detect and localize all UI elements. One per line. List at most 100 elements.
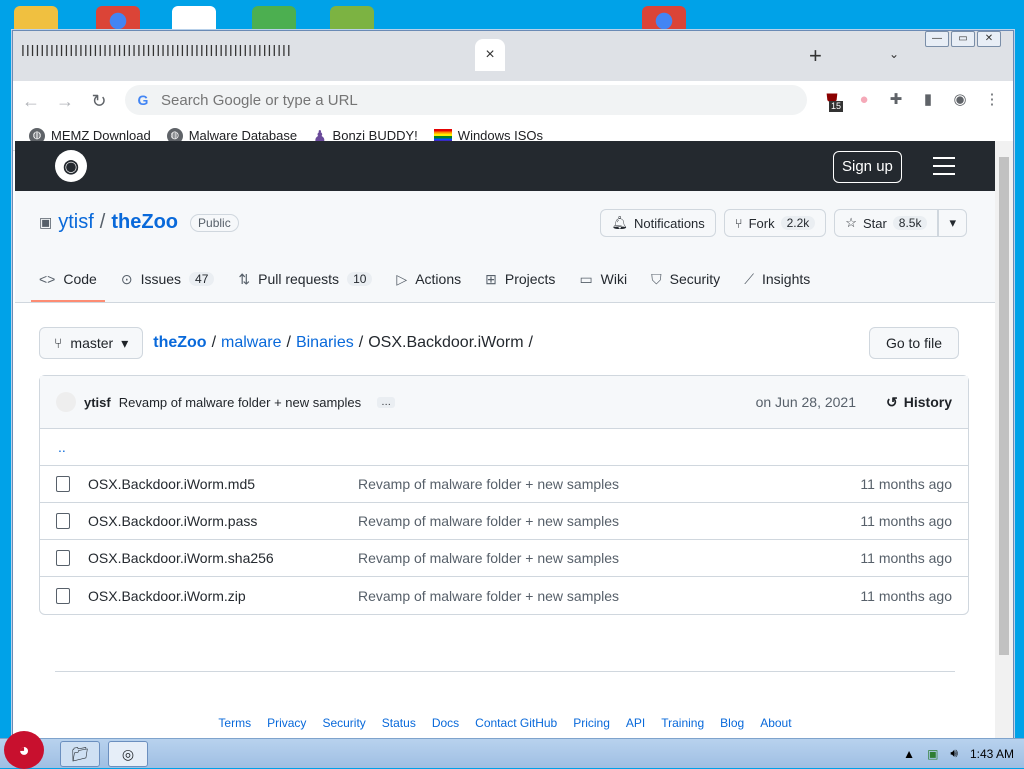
- file-commit-message[interactable]: Revamp of malware folder + new samples: [358, 550, 619, 566]
- visibility-badge: Public: [190, 213, 239, 232]
- footer-link-docs[interactable]: Docs: [432, 716, 459, 730]
- tab-projects[interactable]: ⊞ Projects: [485, 256, 555, 302]
- table-icon: ⊞: [485, 270, 497, 287]
- parent-directory-link[interactable]: ..: [40, 429, 968, 466]
- bell-icon: 🔔︎: [611, 215, 628, 230]
- file-name[interactable]: OSX.Backdoor.iWorm.zip: [88, 588, 358, 604]
- repo-owner-link[interactable]: ytisf: [58, 211, 94, 234]
- fork-count: 2.2k: [780, 216, 816, 230]
- flag-extension-icon[interactable]: ●: [855, 91, 873, 109]
- tab-insights[interactable]: ⟋ Insights: [744, 256, 810, 302]
- branch-icon: ⑂: [54, 335, 63, 351]
- avatar[interactable]: [56, 392, 76, 412]
- repo-name-link[interactable]: theZoo: [111, 211, 178, 234]
- tab-close-icon[interactable]: ×: [475, 39, 505, 71]
- puzzle-icon[interactable]: ✚: [887, 91, 905, 109]
- signup-button[interactable]: Sign up: [833, 151, 902, 183]
- tab-label: Pull requests: [258, 271, 340, 287]
- notifications-button[interactable]: 🔔︎ Notifications: [600, 209, 716, 237]
- notifications-label: Notifications: [633, 215, 705, 231]
- back-icon[interactable]: ←: [21, 91, 41, 112]
- network-icon[interactable]: ▣: [927, 747, 938, 761]
- footer-link-about[interactable]: About: [760, 716, 791, 730]
- forward-icon[interactable]: →: [55, 91, 75, 112]
- tab-pull-requests[interactable]: ⇅ Pull requests 10: [238, 256, 373, 302]
- file-name[interactable]: OSX.Backdoor.iWorm.sha256: [88, 550, 358, 566]
- tray-expand-icon[interactable]: ▲: [903, 747, 915, 761]
- commit-author[interactable]: ytisf: [84, 395, 111, 410]
- footer-link-privacy[interactable]: Privacy: [267, 716, 306, 730]
- repo-title: ▣ ytisf / theZoo Public: [39, 211, 239, 234]
- hamburger-menu-icon[interactable]: [933, 157, 955, 181]
- tab-list[interactable]: ꟾꟾꟾꟾꟾꟾꟾꟾꟾꟾꟾꟾꟾꟾꟾꟾꟾꟾꟾꟾꟾꟾꟾꟾꟾꟾꟾꟾꟾꟾꟾꟾꟾꟾꟾꟾꟾꟾꟾꟾ…: [21, 45, 893, 69]
- star-count: 8.5k: [892, 216, 928, 230]
- page-scrollbar[interactable]: [995, 141, 1013, 739]
- breadcrumb-root[interactable]: theZoo: [153, 334, 206, 352]
- sidepanel-icon[interactable]: ▮: [919, 91, 937, 109]
- address-bar[interactable]: G: [125, 85, 807, 115]
- table-row: OSX.Backdoor.iWorm.pass Revamp of malware…: [40, 503, 968, 540]
- profile-icon[interactable]: ◉: [951, 91, 969, 109]
- history-icon: ↺: [886, 393, 898, 410]
- book-icon: ▭: [579, 270, 593, 287]
- star-dropdown-button[interactable]: ▾: [938, 209, 967, 237]
- go-to-file-button[interactable]: Go to file: [868, 327, 959, 359]
- history-link[interactable]: ↺ History: [886, 394, 952, 411]
- new-tab-button[interactable]: +: [809, 43, 822, 69]
- commit-message[interactable]: Revamp of malware folder + new samples: [119, 395, 361, 410]
- omnibox-input[interactable]: [161, 91, 761, 109]
- ublock-extension-icon[interactable]: ⛊ 15: [823, 91, 844, 112]
- footer-link-blog[interactable]: Blog: [720, 716, 744, 730]
- caret-down-icon: ▾: [949, 215, 956, 230]
- scrollbar-thumb[interactable]: [999, 157, 1009, 655]
- file-age: 11 months ago: [860, 476, 952, 492]
- taskbar-explorer-button[interactable]: 📁︎: [60, 741, 100, 767]
- breadcrumb-separator: /: [528, 334, 533, 351]
- file-commit-message[interactable]: Revamp of malware folder + new samples: [358, 588, 619, 604]
- close-window-button[interactable]: ✕: [977, 31, 1001, 47]
- footer-link-security[interactable]: Security: [322, 716, 365, 730]
- branch-selector[interactable]: ⑂ master ▾: [39, 327, 144, 359]
- footer-link-pricing[interactable]: Pricing: [573, 716, 610, 730]
- file-name[interactable]: OSX.Backdoor.iWorm.md5: [88, 476, 358, 492]
- footer-link-status[interactable]: Status: [382, 716, 416, 730]
- fork-icon: ⑂: [734, 215, 743, 231]
- footer-link-terms[interactable]: Terms: [218, 716, 251, 730]
- breadcrumb-binaries[interactable]: Binaries: [296, 334, 354, 352]
- reload-icon[interactable]: ↻: [89, 91, 109, 112]
- tab-actions[interactable]: ▷ Actions: [396, 256, 461, 302]
- star-icon: ☆: [845, 215, 857, 230]
- window-controls: — ▭ ✕: [925, 31, 1001, 47]
- minimize-button[interactable]: —: [925, 31, 949, 47]
- breadcrumb-malware[interactable]: malware: [221, 334, 281, 352]
- volume-icon[interactable]: 🔊︎: [950, 746, 958, 761]
- tab-code[interactable]: <> Code: [31, 256, 105, 302]
- menu-kebab-icon[interactable]: ⋮: [983, 91, 1001, 109]
- fork-label: Fork: [748, 215, 775, 231]
- main-content: ⑂ master ▾ theZoo / malware / Binaries / OSX.…: [15, 303, 995, 615]
- star-button[interactable]: ☆ Star 8.5k: [834, 209, 939, 237]
- tab-wiki[interactable]: ▭ Wiki: [579, 256, 627, 302]
- caret-down-icon: ▾: [121, 334, 129, 351]
- tab-issues[interactable]: ⊙ Issues 47: [121, 256, 215, 302]
- taskbar-chrome-button[interactable]: ◎: [108, 741, 148, 767]
- footer-link-contact[interactable]: Contact GitHub: [475, 716, 557, 730]
- table-row: OSX.Backdoor.iWorm.md5 Revamp of malware …: [40, 466, 968, 503]
- code-icon: <>: [39, 271, 56, 287]
- fork-button[interactable]: ⑂ Fork 2.2k: [723, 209, 827, 237]
- commit-expand-button[interactable]: …: [377, 396, 396, 408]
- clock[interactable]: 1:43 AM: [970, 747, 1014, 761]
- file-name[interactable]: OSX.Backdoor.iWorm.pass: [88, 513, 358, 529]
- tab-security[interactable]: ⛉ Security: [651, 256, 720, 302]
- file-commit-message[interactable]: Revamp of malware folder + new samples: [358, 476, 619, 492]
- page-content: ◉ Sign up ▣ ytisf / theZoo Public 🔔︎ Noti…: [15, 141, 995, 739]
- footer-link-api[interactable]: API: [626, 716, 645, 730]
- breadcrumb-separator: /: [286, 334, 291, 351]
- github-logo-icon[interactable]: ◉: [55, 150, 87, 182]
- maximize-button[interactable]: ▭: [951, 31, 975, 47]
- footer-link-training[interactable]: Training: [661, 716, 704, 730]
- pulls-count: 10: [347, 272, 373, 286]
- tab-search-button[interactable]: ⌄: [889, 47, 899, 61]
- start-button-angry-bird-icon[interactable]: ◕: [4, 731, 44, 769]
- file-commit-message[interactable]: Revamp of malware folder + new samples: [358, 513, 619, 529]
